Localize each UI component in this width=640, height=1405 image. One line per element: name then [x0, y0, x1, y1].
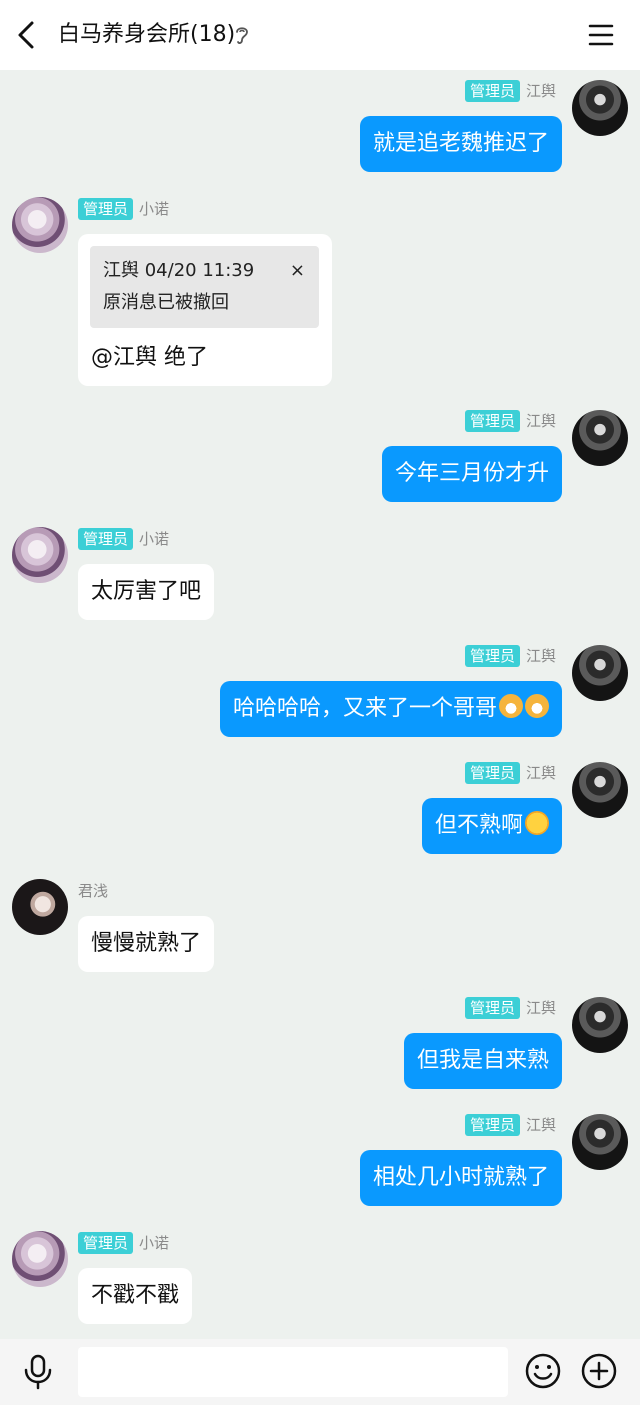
message-bubble[interactable]: 相处几小时就熟了	[359, 1150, 562, 1206]
sender-name: 江舆	[525, 999, 556, 1017]
admin-badge: 管理员	[78, 1232, 134, 1254]
dog-emoji-icon	[499, 694, 523, 718]
chat-header: 白马养身会所(18)	[0, 0, 640, 70]
avatar[interactable]	[572, 762, 628, 818]
crying-laughing-emoji-icon	[525, 811, 549, 835]
sender-name: 江舆	[525, 764, 556, 782]
message-bubble[interactable]: 今年三月份才升	[381, 446, 562, 502]
avatar[interactable]	[12, 879, 68, 935]
admin-badge: 管理员	[464, 80, 520, 102]
sender-name: 小诺	[139, 1234, 170, 1252]
avatar[interactable]	[572, 410, 628, 466]
message-bubble-with-quote[interactable]: 江舆 04/20 11:39 × 原消息已被撤回 @江舆 绝了	[78, 234, 332, 386]
sender-name: 小诺	[139, 530, 170, 548]
admin-badge: 管理员	[464, 1114, 520, 1136]
menu-icon[interactable]	[586, 20, 616, 50]
message-bubble[interactable]: 但不熟啊	[421, 798, 562, 854]
message-text: @江舆 绝了	[91, 345, 208, 370]
group-title[interactable]: 白马养身会所(18)	[58, 19, 235, 51]
avatar[interactable]	[572, 645, 628, 701]
sender-name: 江舆	[525, 82, 556, 100]
message-meta: 管理员 小诺	[78, 528, 169, 550]
sender-name: 江舆	[525, 1116, 556, 1134]
quote-text: 原消息已被撤回	[103, 292, 229, 313]
message-input[interactable]	[78, 1347, 508, 1397]
admin-badge: 管理员	[78, 528, 134, 550]
quote-header: 江舆 04/20 11:39	[103, 260, 255, 281]
plus-circle-icon[interactable]	[580, 1352, 618, 1390]
sender-name: 江舆	[525, 647, 556, 665]
message-meta: 君浅	[78, 880, 108, 902]
admin-badge: 管理员	[78, 198, 134, 220]
message-meta: 管理员 江舆	[464, 762, 556, 784]
message-bubble[interactable]: 哈哈哈哈，又来了一个哥哥	[219, 681, 562, 737]
avatar[interactable]	[572, 1114, 628, 1170]
avatar[interactable]	[12, 197, 68, 253]
avatar[interactable]	[572, 80, 628, 136]
message-bubble[interactable]: 太厉害了吧	[78, 564, 215, 620]
input-bar	[0, 1339, 640, 1405]
dog-emoji-icon	[525, 694, 549, 718]
admin-badge: 管理员	[464, 645, 520, 667]
smiley-icon[interactable]	[524, 1352, 562, 1390]
message-meta: 管理员 江舆	[464, 997, 556, 1019]
microphone-icon[interactable]	[22, 1354, 54, 1390]
avatar[interactable]	[12, 527, 68, 583]
ear-icon	[236, 27, 248, 44]
avatar[interactable]	[572, 997, 628, 1053]
quoted-message[interactable]: 江舆 04/20 11:39 × 原消息已被撤回	[90, 246, 319, 328]
admin-badge: 管理员	[464, 762, 520, 784]
message-text: 但不熟啊	[434, 813, 523, 838]
message-meta: 管理员 江舆	[464, 80, 556, 102]
admin-badge: 管理员	[464, 410, 520, 432]
message-meta: 管理员 小诺	[78, 198, 169, 220]
message-meta: 管理员 江舆	[464, 410, 556, 432]
message-meta: 管理员 小诺	[78, 1232, 169, 1254]
sender-name: 江舆	[525, 412, 556, 430]
chevron-left-icon[interactable]	[12, 18, 42, 52]
sender-name: 小诺	[139, 200, 170, 218]
message-text: 哈哈哈哈，又来了一个哥哥	[232, 696, 497, 721]
avatar[interactable]	[12, 1231, 68, 1287]
sender-name: 君浅	[78, 882, 109, 900]
message-meta: 管理员 江舆	[464, 645, 556, 667]
message-bubble[interactable]: 但我是自来熟	[403, 1033, 562, 1089]
message-bubble[interactable]: 慢慢就熟了	[78, 916, 215, 972]
message-bubble[interactable]: 就是追老魏推迟了	[359, 116, 562, 172]
admin-badge: 管理员	[464, 997, 520, 1019]
message-meta: 管理员 江舆	[464, 1114, 556, 1136]
quote-close-icon[interactable]: ×	[290, 258, 305, 284]
message-bubble[interactable]: 不戳不戳	[78, 1268, 193, 1324]
